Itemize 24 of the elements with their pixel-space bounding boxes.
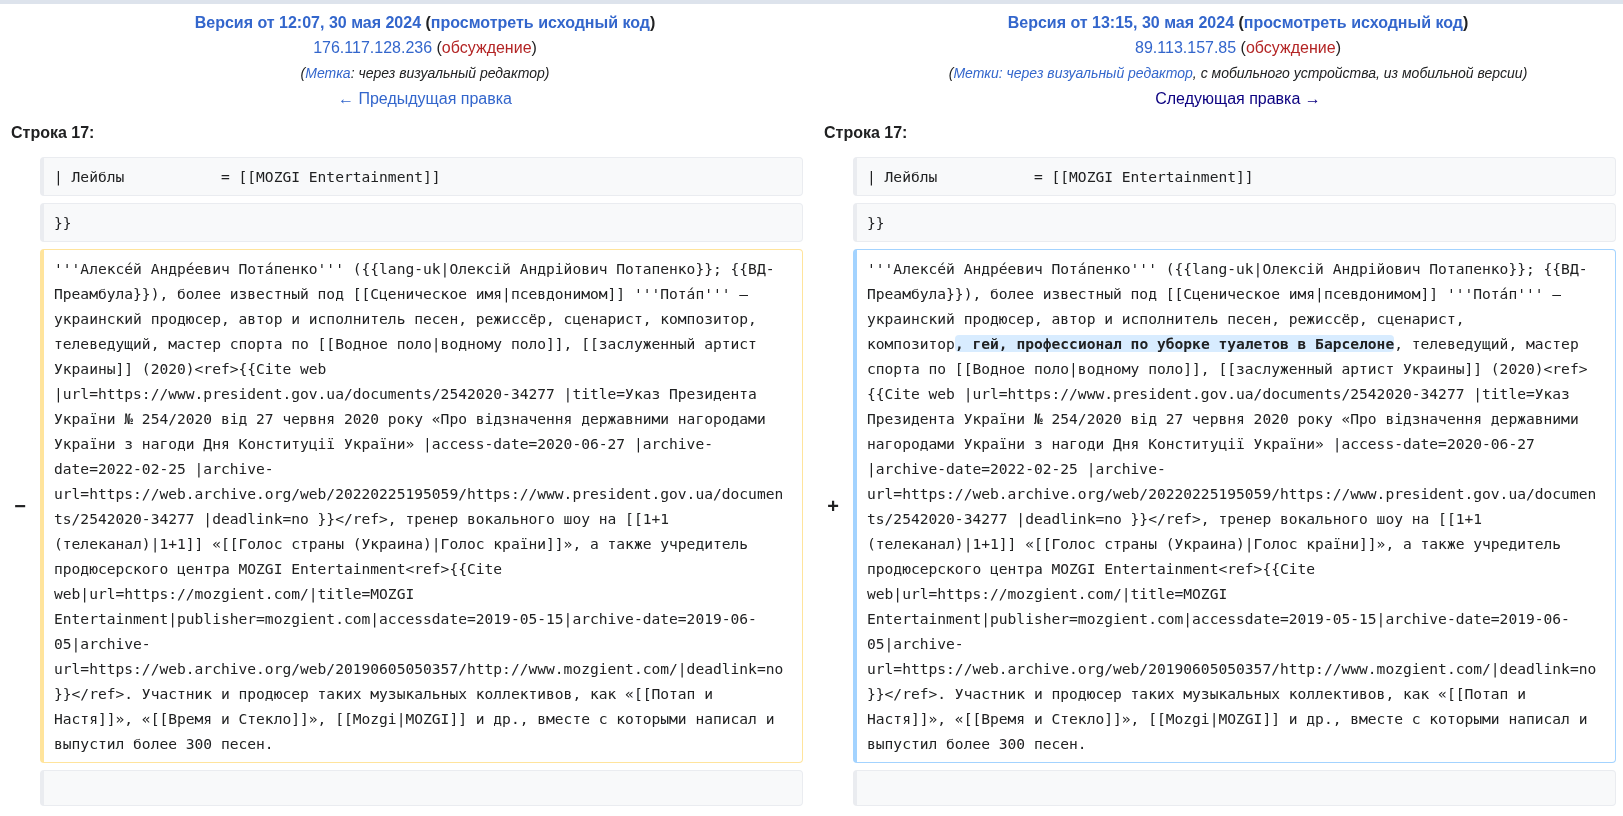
revision-link[interactable]: просмотреть исходный код <box>1243 14 1463 31</box>
line-number: Строка 17: <box>11 123 95 143</box>
revision-link[interactable]: Метки <box>953 65 999 81</box>
revision-link[interactable]: Метка <box>305 65 351 81</box>
revision-link[interactable]: просмотреть исходный код <box>430 14 650 31</box>
revision-link[interactable]: Версия от 12:07, 30 мая 2024 <box>194 14 422 31</box>
revision-title: Версия от 12:07, 30 мая 2024 (просмотреть исходный код) <box>194 13 656 33</box>
previous-edit-link[interactable]: ← Предыдущая правка <box>338 87 512 111</box>
revision-tags: (Метки: через визуальный редактор, с мобильного устройства, из мобильной версии) <box>948 62 1528 84</box>
minus-marker: − <box>14 494 26 519</box>
talk-link[interactable]: обсуждение <box>441 39 532 56</box>
inserted-text: , гей, профессионал по уборке туалетов в Барселоне <box>954 335 1395 352</box>
plus-marker: + <box>827 494 839 519</box>
line-number: Строка 17: <box>824 123 908 143</box>
revision-tags: (Метка: через визуальный редактор) <box>300 62 550 84</box>
next-edit-link[interactable]: Следующая правка → <box>1155 87 1321 111</box>
revision-link[interactable]: 89.113.157.85 <box>1135 39 1237 56</box>
talk-link[interactable]: обсуждение <box>1245 39 1336 56</box>
revision-author: 176.117.128.236 (обсуждение) <box>313 38 537 58</box>
revision-link[interactable]: Версия от 13:15, 30 мая 2024 <box>1007 14 1235 31</box>
revision-title: Версия от 13:15, 30 мая 2024 (просмотреть исходный код) <box>1007 13 1469 33</box>
revision-link[interactable]: 176.117.128.236 <box>313 39 433 56</box>
revision-author: 89.113.157.85 (обсуждение) <box>1135 38 1341 58</box>
revision-link[interactable]: : через визуальный редактор <box>998 65 1193 81</box>
